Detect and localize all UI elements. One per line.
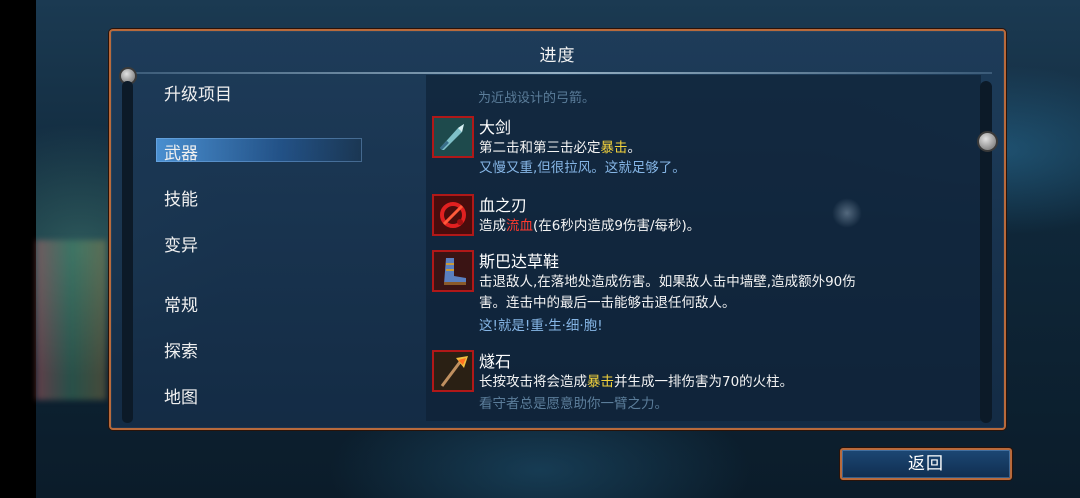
desc-text: (在6秒内造成9伤害/每秒)。 [533,218,701,234]
entry-flavor: 看守者总是愿意助你一臂之力。 [479,396,668,412]
desc-text: 造成 [479,218,506,234]
title-divider [123,72,992,74]
desc-text: 第二击和第三击必定 [479,140,601,156]
sidebar-item-general[interactable]: 常规 [164,291,198,316]
progress-panel: 进度 升级项目 武器 技能 变异 常规 探索 地图 为近战设计的弓箭。 大剑 第… [109,29,1006,430]
sidebar-item-label: 变异 [164,236,198,256]
sidebar-item-label: 武器 [164,144,198,164]
background-glow [832,198,862,228]
keyword-bleed: 流血 [506,218,533,234]
sidebar-item-weapons[interactable]: 武器 [156,138,362,164]
sidebar-item-label: 技能 [164,190,198,210]
entry-description: 长按攻击将会造成暴击并生成一排伤害为70的火柱。 [479,370,793,390]
sidebar-scrollbar[interactable] [122,81,133,423]
back-button[interactable]: 返回 [840,448,1012,480]
sidebar-item-label: 地图 [164,388,198,408]
greatsword-icon [432,116,474,158]
entry-name: 燧石 [479,352,512,371]
background-blur [36,240,106,400]
desc-text: 长按攻击将会造成 [479,374,587,390]
entry-name: 斯巴达草鞋 [479,252,560,271]
entry-name: 血之刃 [479,196,528,215]
blood-sword-icon [432,194,474,236]
sidebar-item-mutations[interactable]: 变异 [164,231,198,256]
screen-edge [0,0,36,498]
sidebar-item-label: 常规 [164,296,198,316]
entry-description: 第二击和第三击必定暴击。 [479,136,641,156]
sidebar-item-map[interactable]: 地图 [164,383,198,408]
entry-flavor: 这!就是!重·生·细·胞! [479,318,603,334]
panel-title: 进度 [539,46,576,66]
sidebar-item-label: 探索 [164,342,198,362]
desc-text: 并生成一排伤害为70的火柱。 [614,374,794,390]
keyword-critical: 暴击 [587,374,614,390]
sidebar-item-label: 升级项目 [164,85,232,105]
spartan-sandals-icon [432,250,474,292]
entry-list: 为近战设计的弓箭。 大剑 第二击和第三击必定暴击。 又慢又重,但很拉风。这就足够… [426,75,981,421]
entry-description: 击退敌人,在落地处造成伤害。如果敌人击中墙壁,造成额外90伤 [479,274,856,290]
entry-name: 大剑 [479,118,512,137]
entry-fade-text: 为近战设计的弓箭。 [478,91,596,106]
entry-description: 害。连击中的最后一击能够击退任何敌人。 [479,295,736,311]
scroll-thumb-icon[interactable] [977,131,998,152]
sidebar-item-skills[interactable]: 技能 [164,185,198,210]
flint-icon [432,350,474,392]
sidebar-item-upgrades[interactable]: 升级项目 [164,80,232,105]
keyword-critical: 暴击 [600,140,628,156]
desc-text: 。 [627,140,642,156]
entry-description: 造成流血(在6秒内造成9伤害/每秒)。 [479,214,700,234]
sidebar-item-exploration[interactable]: 探索 [164,337,198,362]
entry-flavor: 又慢又重,但很拉风。这就足够了。 [479,160,686,176]
